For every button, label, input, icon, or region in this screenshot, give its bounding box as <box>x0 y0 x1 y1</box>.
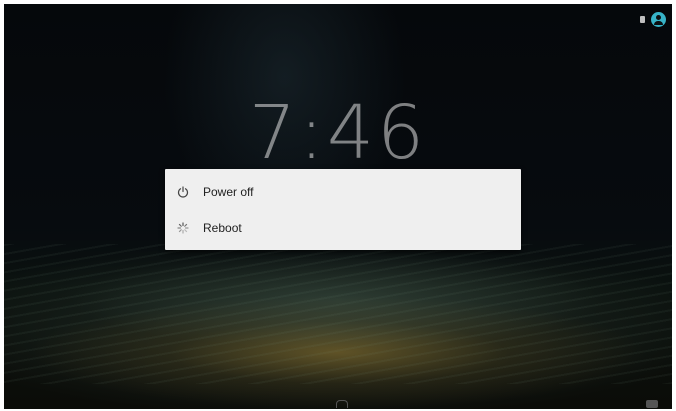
reboot-option[interactable]: Reboot <box>165 210 521 246</box>
power-off-option[interactable]: Power off <box>165 174 521 210</box>
power-off-label: Power off <box>203 185 254 199</box>
status-bar <box>640 12 666 27</box>
wallpaper-splash <box>4 244 672 384</box>
sim-card-icon <box>640 16 645 23</box>
user-avatar-icon[interactable] <box>651 12 666 27</box>
camera-icon[interactable] <box>646 400 658 408</box>
power-icon <box>176 185 190 199</box>
clock: 7:46 <box>248 90 428 176</box>
reboot-spinner-icon <box>176 221 190 235</box>
lock-icon[interactable] <box>336 400 348 408</box>
power-menu-dialog: Power off Reboot <box>165 169 521 250</box>
reboot-label: Reboot <box>203 221 242 235</box>
